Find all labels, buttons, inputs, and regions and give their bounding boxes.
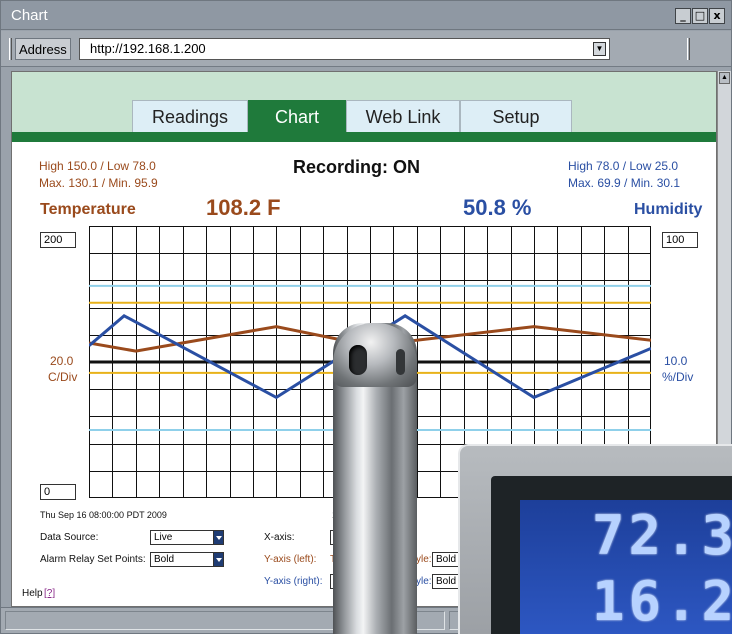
alarm-relay-value: Bold — [154, 554, 175, 565]
recording-status: Recording: ON — [293, 157, 421, 177]
address-url: http://192.168.1.200 — [90, 41, 206, 56]
close-button[interactable]: x — [709, 8, 725, 24]
tab-readings[interactable]: Readings — [132, 100, 248, 132]
chart-start-time: Thu Sep 16 08:00:00 PDT 2009 — [40, 510, 167, 520]
lcd-screen: 72.3 16.2 — [520, 500, 732, 634]
toolbar-grip[interactable] — [9, 38, 12, 60]
y-axis-right-style-label: yle: — [416, 576, 432, 587]
probe-sensor-slot — [349, 345, 367, 375]
y-axis-right-label: Y-axis (right): — [264, 576, 323, 587]
x-axis-label: X-axis: — [264, 532, 295, 543]
minimize-button[interactable]: _ — [675, 8, 691, 24]
humidity-scale-top-input[interactable]: 100 — [662, 232, 698, 248]
temperature-high-low: High 150.0 / Low 78.0 — [39, 159, 156, 173]
help-label: Help — [22, 588, 43, 599]
temperature-scale-top-input[interactable]: 200 — [40, 232, 76, 248]
toolbar-grip-right[interactable] — [687, 38, 690, 60]
lcd-line-1: 72.3 — [592, 504, 732, 567]
tab-chart[interactable]: Chart — [248, 100, 346, 132]
data-source-label: Data Source: — [40, 532, 99, 543]
address-input[interactable]: http://192.168.1.200 ▼ — [79, 38, 610, 60]
tab-setup[interactable]: Setup — [460, 100, 572, 132]
humidity-reading: 50.8 % — [463, 195, 532, 220]
temperature-scale-bottom-input[interactable]: 0 — [40, 484, 76, 500]
address-toolbar: Address http://192.168.1.200 ▼ — [1, 31, 731, 67]
humidity-high-low: High 78.0 / Low 25.0 — [568, 159, 679, 173]
address-dropdown-button[interactable]: ▼ — [593, 42, 606, 56]
humidity-div-value: 10.0 — [664, 354, 688, 368]
scroll-up-icon[interactable]: ▲ — [719, 72, 730, 84]
humidity-div-unit: %/Div — [662, 370, 694, 384]
alarm-relay-select[interactable]: Bold — [150, 552, 224, 567]
maximize-button[interactable]: □ — [692, 8, 708, 24]
tab-underline — [12, 132, 716, 142]
temperature-max-min: Max. 130.1 / Min. 95.9 — [39, 176, 158, 190]
window-title: Chart — [11, 7, 48, 24]
title-bar: Chart _ □ x — [1, 1, 731, 30]
alarm-relay-label: Alarm Relay Set Points: — [40, 554, 146, 565]
y-axis-left-label: Y-axis (left): — [264, 554, 317, 565]
humidity-max-min: Max. 69.9 / Min. 30.1 — [568, 176, 681, 190]
humidity-label: Humidity — [634, 201, 703, 218]
lcd-line-2: 16.2 — [592, 570, 732, 633]
y-axis-left-style-label: yle: — [416, 554, 432, 565]
address-label: Address — [15, 38, 71, 60]
temperature-div-unit: C/Div — [48, 370, 78, 384]
data-source-value: Live — [154, 532, 173, 543]
tab-web-link[interactable]: Web Link — [346, 100, 460, 132]
data-source-select[interactable]: Live — [150, 530, 224, 545]
chevron-down-icon[interactable] — [213, 552, 224, 567]
temperature-reading: 108.2 F — [206, 195, 281, 220]
chevron-down-icon[interactable] — [213, 530, 224, 545]
temperature-div-value: 20.0 — [50, 354, 74, 368]
probe-sensor-slot-2 — [396, 349, 405, 375]
temperature-label: Temperature — [40, 201, 136, 218]
help-link[interactable]: [?] — [44, 588, 55, 599]
